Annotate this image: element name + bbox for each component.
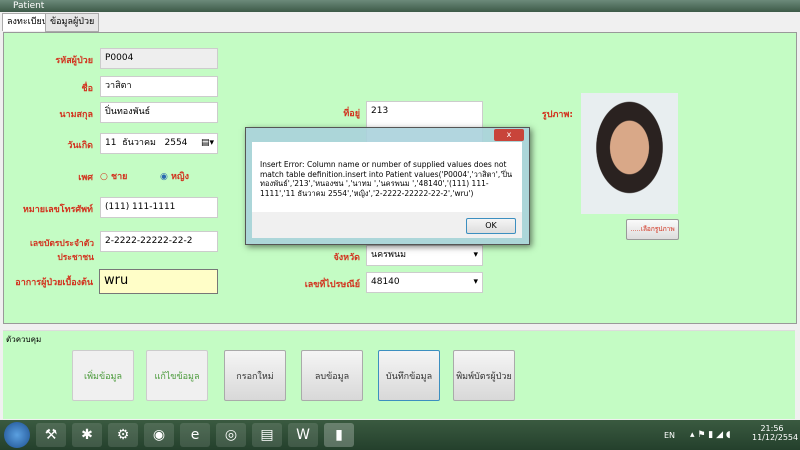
first-name-label: ชื่อ — [81, 84, 93, 94]
firefox-taskbar-icon[interactable]: ◉ — [144, 423, 174, 447]
title-bar: Patient — [0, 0, 800, 12]
male-label: ชาย — [111, 172, 128, 182]
controls-group-label: ตัวควบคุม — [6, 335, 42, 344]
print-card-button[interactable]: พิมพ์บัตรผู้ป่วย — [453, 350, 515, 401]
id-card-label: เลขบัตรประจำตัวประชาชน — [30, 239, 94, 263]
province-label: จังหวัด — [333, 253, 361, 263]
calendar-icon[interactable]: ▤▾ — [201, 134, 214, 153]
dialog-footer: OK — [252, 212, 522, 238]
phone-label: หมายเลขโทรศัพท์ — [22, 205, 93, 215]
photo-label: รูปภาพ: — [541, 110, 573, 120]
word-taskbar-icon[interactable]: W — [288, 423, 318, 447]
window-title: Patient — [13, 1, 45, 11]
id-card-field[interactable]: 2-2222-22222-22-2 — [100, 231, 218, 252]
symptom-field[interactable]: wru — [99, 269, 218, 294]
tray-icons[interactable]: ▴ ⚑ ▮ ◢ ◖ — [690, 430, 731, 440]
birthdate-picker[interactable]: 11 ธันวาคม 2554 ▤▾ — [100, 133, 218, 154]
birthdate-label: วันเกิด — [67, 141, 93, 151]
network-taskbar-icon[interactable]: ⚙ — [108, 423, 138, 447]
gender-male-radio[interactable]: ○ ชาย — [100, 169, 127, 183]
choose-photo-button[interactable]: .....เลือกรูปภาพ — [626, 219, 679, 240]
add-button[interactable]: เพิ่มข้อมูล — [72, 350, 134, 401]
tools-taskbar-icon[interactable]: ⚒ — [36, 423, 66, 447]
symptom-label: อาการผู้ป่วยเบื้องต้น — [15, 278, 93, 288]
birth-year: 2554 — [164, 138, 188, 148]
birth-day: 11 — [105, 138, 117, 148]
error-dialog: x Insert Error: Column name or number of… — [245, 127, 530, 245]
gender-label: เพศ — [78, 173, 93, 183]
birth-month: ธันวาคม — [122, 138, 156, 148]
clock-time: 21:56 — [760, 424, 784, 433]
language-indicator[interactable]: EN — [664, 431, 675, 440]
patient-id-field[interactable]: P0004 — [100, 48, 218, 69]
reset-button[interactable]: กรอกใหม่ — [224, 350, 286, 401]
postcode-label: เลขที่ไปรษณีย์ — [304, 280, 360, 290]
province-select[interactable]: นครพนม — [366, 245, 483, 266]
app-taskbar-icon[interactable]: ✱ — [72, 423, 102, 447]
tab-patient-info[interactable]: ข้อมูลผู้ป่วย — [45, 13, 100, 32]
chrome-taskbar-icon[interactable]: ◎ — [216, 423, 246, 447]
ok-button[interactable]: OK — [466, 218, 516, 234]
gender-female-radio[interactable]: ◉ หญิง — [160, 169, 189, 183]
last-name-label: นามสกุล — [59, 110, 93, 120]
female-label: หญิง — [171, 172, 189, 182]
patient-app-taskbar-icon[interactable]: ▮ — [324, 423, 354, 447]
phone-field[interactable]: (111) 111-1111 — [100, 197, 218, 218]
last-name-field[interactable]: ปิ่นทองพันธ์ — [100, 102, 218, 123]
save-button[interactable]: บันทึกข้อมูล — [378, 350, 440, 401]
ie-taskbar-icon[interactable]: e — [180, 423, 210, 447]
address-label: ที่อยู่ — [343, 109, 360, 119]
patient-photo — [581, 93, 678, 214]
patient-id-label: รหัสผู้ป่วย — [55, 56, 93, 66]
delete-button[interactable]: ลบข้อมูล — [301, 350, 363, 401]
edit-button[interactable]: แก้ไขข้อมูล — [146, 350, 208, 401]
clock-date: 11/12/2554 — [752, 433, 799, 442]
explorer-taskbar-icon[interactable]: ▤ — [252, 423, 282, 447]
dialog-close-button[interactable]: x — [494, 129, 524, 141]
start-button[interactable] — [4, 422, 30, 448]
postcode-select[interactable]: 48140 — [366, 272, 483, 293]
clock[interactable]: 21:56 11/12/2554 — [752, 424, 799, 442]
first-name-field[interactable]: วาสิตา — [100, 76, 218, 97]
dialog-message: Insert Error: Column name or number of s… — [252, 142, 522, 212]
